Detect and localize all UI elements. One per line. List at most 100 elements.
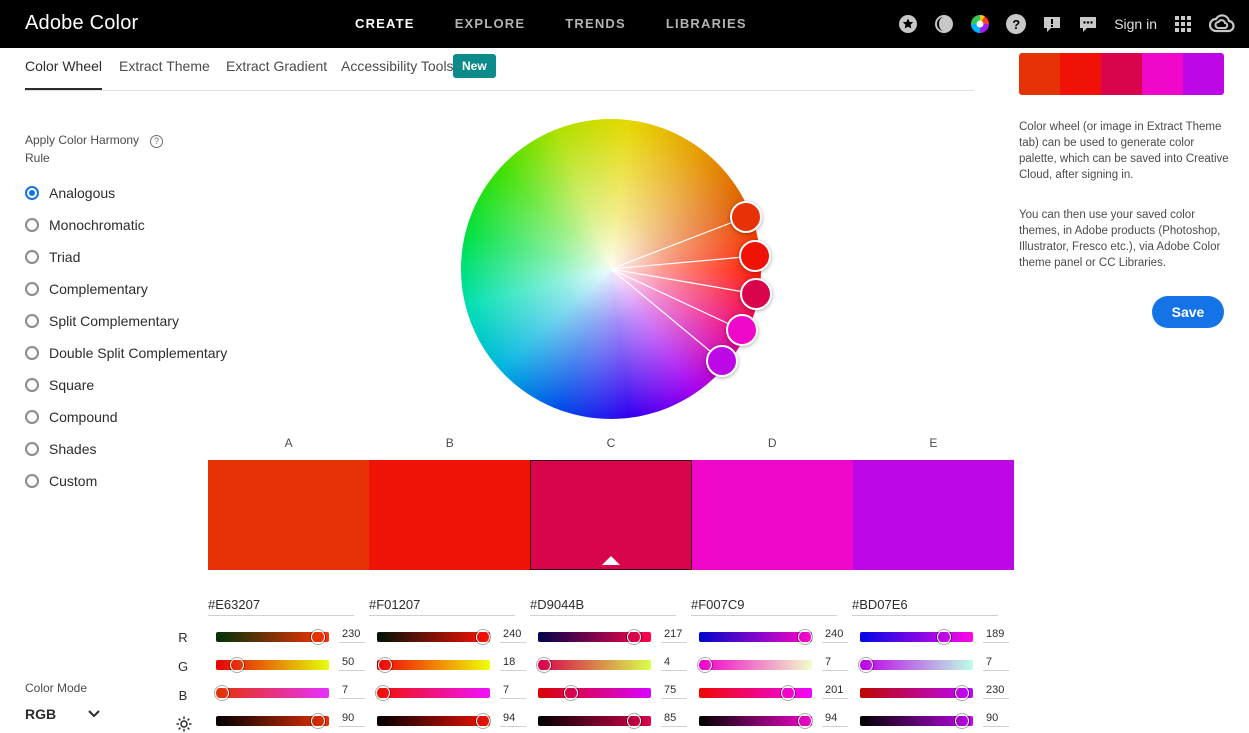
wheel-handle-b[interactable] xyxy=(739,240,771,272)
value-input-brightness-a[interactable]: 90 xyxy=(339,712,365,727)
radio-button[interactable] xyxy=(25,282,39,296)
chat-icon[interactable] xyxy=(1078,14,1098,34)
value-input-b-e[interactable]: 230 xyxy=(983,684,1009,699)
sign-in-link[interactable]: Sign in xyxy=(1114,16,1157,32)
harmony-rule-triad[interactable]: Triad xyxy=(25,247,80,267)
slider-knob[interactable] xyxy=(376,686,390,700)
slider-r-c[interactable] xyxy=(538,630,651,644)
slider-knob[interactable] xyxy=(215,686,229,700)
value-input-r-e[interactable]: 189 xyxy=(983,628,1009,643)
slider-r-e[interactable] xyxy=(860,630,973,644)
harmony-rule-shades[interactable]: Shades xyxy=(25,439,96,459)
radio-button[interactable] xyxy=(25,218,39,232)
wheel-handle-c[interactable] xyxy=(740,278,772,310)
value-input-brightness-c[interactable]: 85 xyxy=(661,712,687,727)
nav-create[interactable]: CREATE xyxy=(355,0,415,48)
radio-button[interactable] xyxy=(25,474,39,488)
value-input-r-c[interactable]: 217 xyxy=(661,628,687,643)
hex-input-e[interactable]: #BD07E6 xyxy=(852,594,998,616)
wheel-handle-d[interactable] xyxy=(726,314,758,346)
harmony-rule-complementary[interactable]: Complementary xyxy=(25,279,148,299)
nav-trends[interactable]: TRENDS xyxy=(565,0,626,48)
feedback-icon[interactable] xyxy=(1042,14,1062,34)
apps-grid-icon[interactable] xyxy=(1173,14,1193,34)
swatch-a[interactable] xyxy=(208,460,370,570)
slider-knob[interactable] xyxy=(476,714,491,728)
hex-input-a[interactable]: #E63207 xyxy=(208,594,354,616)
value-input-b-b[interactable]: 7 xyxy=(500,684,526,699)
radio-button[interactable] xyxy=(25,346,39,360)
wheel-handle-a[interactable] xyxy=(730,201,762,233)
value-input-g-d[interactable]: 7 xyxy=(822,656,848,671)
save-button[interactable]: Save xyxy=(1152,296,1224,328)
slider-brightness-a[interactable] xyxy=(216,714,329,728)
star-icon[interactable] xyxy=(898,14,918,34)
value-input-b-d[interactable]: 201 xyxy=(822,684,848,699)
new-badge[interactable]: New xyxy=(453,54,496,78)
value-input-brightness-d[interactable]: 94 xyxy=(822,712,848,727)
slider-brightness-e[interactable] xyxy=(860,714,973,728)
radio-button[interactable] xyxy=(25,442,39,456)
tab-accessibility-tools[interactable]: Accessibility Tools xyxy=(341,58,454,88)
swatch-e[interactable] xyxy=(852,460,1014,570)
tab-color-wheel[interactable]: Color Wheel xyxy=(25,58,103,90)
radio-button[interactable] xyxy=(25,378,39,392)
slider-knob[interactable] xyxy=(859,658,873,672)
slider-g-c[interactable] xyxy=(537,658,651,672)
slider-knob[interactable] xyxy=(310,714,325,728)
wheel-handle-e[interactable] xyxy=(706,345,738,377)
slider-brightness-c[interactable] xyxy=(538,714,651,728)
slider-b-e[interactable] xyxy=(860,686,973,700)
value-input-g-c[interactable]: 4 xyxy=(661,656,687,671)
slider-brightness-b[interactable] xyxy=(377,714,491,728)
tab-extract-gradient[interactable]: Extract Gradient xyxy=(226,58,327,88)
harmony-help-icon[interactable]: ? xyxy=(150,135,163,148)
hex-input-c[interactable]: #D9044B xyxy=(530,594,676,616)
slider-knob[interactable] xyxy=(310,630,325,644)
slider-knob[interactable] xyxy=(627,630,642,644)
slider-knob[interactable] xyxy=(537,658,551,672)
hex-input-b[interactable]: #F01207 xyxy=(369,594,515,616)
radio-button[interactable] xyxy=(25,314,39,328)
slider-g-b[interactable] xyxy=(377,658,490,672)
radio-button[interactable] xyxy=(25,250,39,264)
slider-g-a[interactable] xyxy=(216,658,329,672)
app-title[interactable]: Adobe Color xyxy=(25,12,138,35)
value-input-b-a[interactable]: 7 xyxy=(339,684,365,699)
slider-knob[interactable] xyxy=(627,714,642,728)
hex-input-d[interactable]: #F007C9 xyxy=(691,594,837,616)
color-wheel-icon[interactable] xyxy=(970,14,990,34)
slider-b-d[interactable] xyxy=(699,686,812,700)
slider-knob[interactable] xyxy=(798,714,813,728)
value-input-brightness-e[interactable]: 90 xyxy=(983,712,1009,727)
harmony-rule-compound[interactable]: Compound xyxy=(25,407,118,427)
value-input-r-a[interactable]: 230 xyxy=(339,628,365,643)
swatch-c[interactable] xyxy=(530,460,692,570)
tab-extract-theme[interactable]: Extract Theme xyxy=(119,58,210,88)
slider-r-b[interactable] xyxy=(377,630,491,644)
moon-icon[interactable] xyxy=(934,14,954,34)
color-mode-select[interactable]: RGB xyxy=(25,703,100,725)
swatch-d[interactable] xyxy=(691,460,853,570)
slider-knob[interactable] xyxy=(230,658,245,672)
value-input-g-b[interactable]: 18 xyxy=(500,656,526,671)
value-input-g-e[interactable]: 7 xyxy=(983,656,1009,671)
swatch-b[interactable] xyxy=(369,460,531,570)
slider-brightness-d[interactable] xyxy=(699,714,813,728)
creative-cloud-icon[interactable] xyxy=(1209,14,1235,34)
slider-knob[interactable] xyxy=(698,658,712,672)
harmony-rule-square[interactable]: Square xyxy=(25,375,94,395)
value-input-g-a[interactable]: 50 xyxy=(339,656,365,671)
value-input-r-d[interactable]: 240 xyxy=(822,628,848,643)
slider-knob[interactable] xyxy=(377,658,392,672)
slider-knob[interactable] xyxy=(781,686,796,700)
slider-g-d[interactable] xyxy=(698,658,812,672)
harmony-rule-split-complementary[interactable]: Split Complementary xyxy=(25,311,179,331)
slider-r-a[interactable] xyxy=(216,630,329,644)
harmony-rule-analogous[interactable]: Analogous xyxy=(25,183,115,203)
slider-g-e[interactable] xyxy=(859,658,973,672)
value-input-b-c[interactable]: 75 xyxy=(661,684,687,699)
slider-r-d[interactable] xyxy=(699,630,813,644)
harmony-rule-double-split-complementary[interactable]: Double Split Complementary xyxy=(25,343,227,363)
radio-button[interactable] xyxy=(25,186,39,200)
